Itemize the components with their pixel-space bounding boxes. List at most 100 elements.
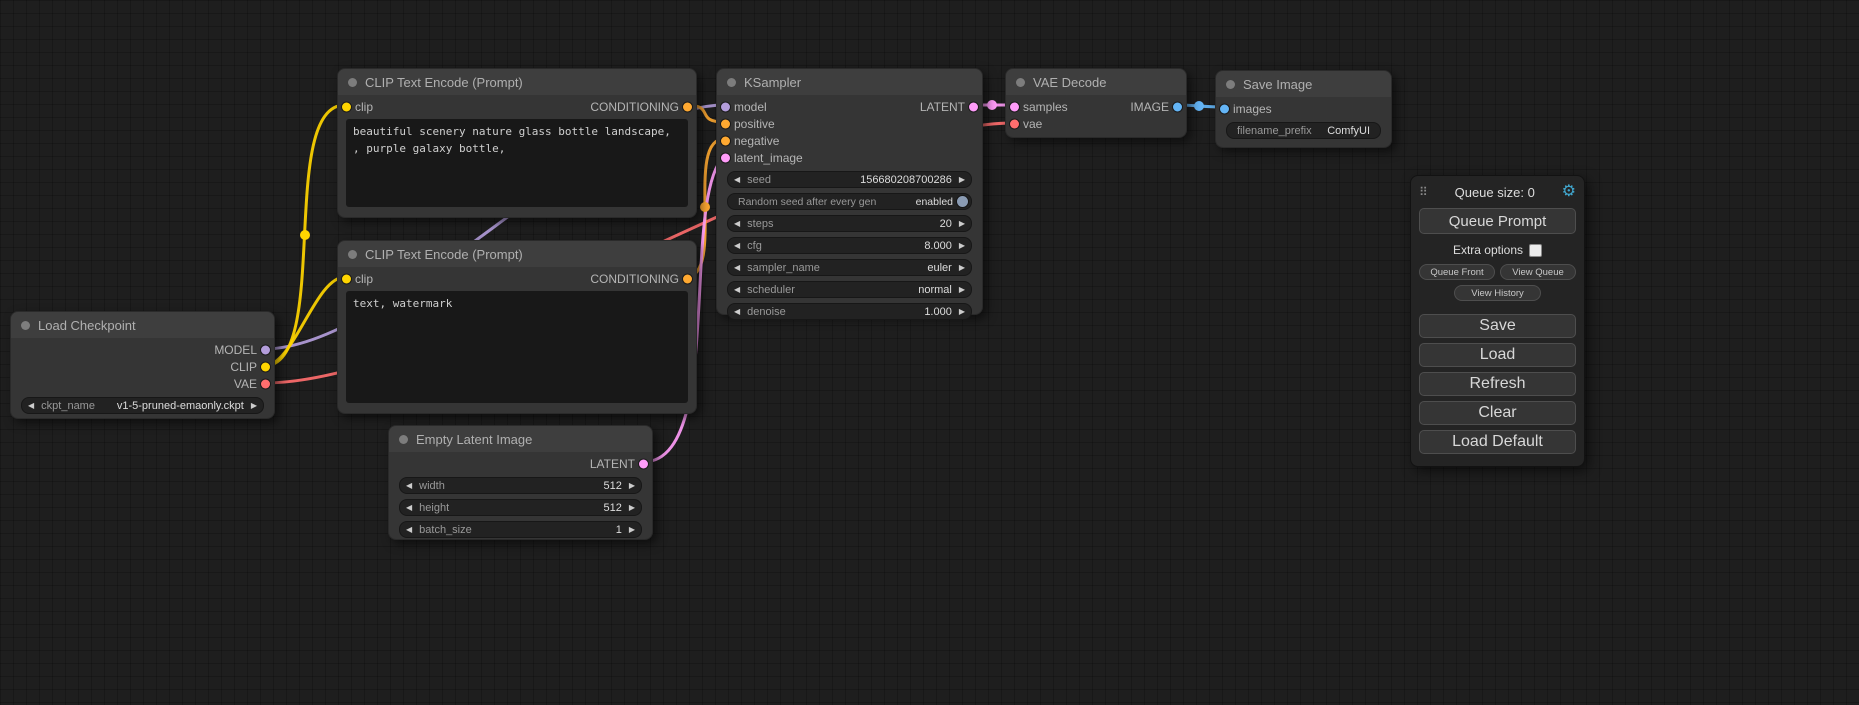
increment-arrow-icon[interactable]: ▶ xyxy=(629,504,635,512)
node-title-bar[interactable]: Load Checkpoint xyxy=(11,312,274,338)
increment-arrow-icon[interactable]: ▶ xyxy=(251,402,257,410)
widget-value: 512 xyxy=(603,480,621,492)
negative-input-port[interactable] xyxy=(721,136,730,145)
positive-input-port[interactable] xyxy=(721,119,730,128)
node-load-checkpoint[interactable]: Load Checkpoint MODEL CLIP VAE ◀ ckpt_na… xyxy=(10,311,275,419)
node-title-bar[interactable]: Save Image xyxy=(1216,71,1391,97)
drag-handle-icon[interactable]: ⠿ xyxy=(1419,185,1428,199)
node-title-bar[interactable]: CLIP Text Encode (Prompt) xyxy=(338,69,696,95)
scheduler-widget[interactable]: ◀ scheduler normal ▶ xyxy=(727,281,972,298)
clip-input-port[interactable] xyxy=(342,102,351,111)
wire-clip-negative xyxy=(264,277,345,366)
latent-output-port[interactable] xyxy=(969,102,978,111)
increment-arrow-icon[interactable]: ▶ xyxy=(959,220,965,228)
seed-widget[interactable]: ◀ seed 156680208700286 ▶ xyxy=(727,171,972,188)
refresh-button[interactable]: Refresh xyxy=(1419,372,1576,396)
increment-arrow-icon[interactable]: ▶ xyxy=(959,308,965,316)
node-clip-text-encode-negative[interactable]: CLIP Text Encode (Prompt) clip CONDITION… xyxy=(337,240,697,414)
conditioning-output-port[interactable] xyxy=(683,274,692,283)
node-title-bar[interactable]: VAE Decode xyxy=(1006,69,1186,95)
increment-arrow-icon[interactable]: ▶ xyxy=(959,264,965,272)
load-default-button[interactable]: Load Default xyxy=(1419,430,1576,454)
node-vae-decode[interactable]: VAE Decode samples IMAGE vae xyxy=(1005,68,1187,138)
decrement-arrow-icon[interactable]: ◀ xyxy=(406,504,412,512)
widget-label: filename_prefix xyxy=(1237,125,1312,137)
height-widget[interactable]: ◀ height 512 ▶ xyxy=(399,499,642,516)
view-history-button[interactable]: View History xyxy=(1454,285,1541,301)
denoise-widget[interactable]: ◀ denoise 1.000 ▶ xyxy=(727,303,972,320)
decrement-arrow-icon[interactable]: ◀ xyxy=(734,308,740,316)
collapse-dot-icon[interactable] xyxy=(727,78,736,87)
queue-front-button[interactable]: Queue Front xyxy=(1419,264,1495,280)
decrement-arrow-icon[interactable]: ◀ xyxy=(734,264,740,272)
input-label: latent_image xyxy=(734,151,803,165)
decrement-arrow-icon[interactable]: ◀ xyxy=(734,286,740,294)
vae-output-port[interactable] xyxy=(261,379,270,388)
node-title-bar[interactable]: KSampler xyxy=(717,69,982,95)
node-title-bar[interactable]: CLIP Text Encode (Prompt) xyxy=(338,241,696,267)
increment-arrow-icon[interactable]: ▶ xyxy=(959,286,965,294)
prompt-textarea[interactable]: text, watermark xyxy=(346,291,688,403)
link-dot-image xyxy=(1194,101,1204,111)
batch-size-widget[interactable]: ◀ batch_size 1 ▶ xyxy=(399,521,642,538)
slot-row: clip CONDITIONING xyxy=(338,98,696,115)
model-output-port[interactable] xyxy=(261,345,270,354)
collapse-dot-icon[interactable] xyxy=(399,435,408,444)
decrement-arrow-icon[interactable]: ◀ xyxy=(406,482,412,490)
widget-label: sampler_name xyxy=(747,262,820,274)
collapse-dot-icon[interactable] xyxy=(1226,80,1235,89)
collapse-dot-icon[interactable] xyxy=(1016,78,1025,87)
images-input-port[interactable] xyxy=(1220,104,1229,113)
width-widget[interactable]: ◀ width 512 ▶ xyxy=(399,477,642,494)
extra-options-checkbox[interactable] xyxy=(1529,244,1542,257)
sampler-name-widget[interactable]: ◀ sampler_name euler ▶ xyxy=(727,259,972,276)
widget-value: ComfyUI xyxy=(1327,125,1370,137)
decrement-arrow-icon[interactable]: ◀ xyxy=(734,220,740,228)
decrement-arrow-icon[interactable]: ◀ xyxy=(734,242,740,250)
increment-arrow-icon[interactable]: ▶ xyxy=(629,482,635,490)
slot-row: samples IMAGE xyxy=(1006,98,1186,115)
settings-gear-icon[interactable]: ⚙ xyxy=(1562,184,1576,200)
load-button[interactable]: Load xyxy=(1419,343,1576,367)
increment-arrow-icon[interactable]: ▶ xyxy=(959,176,965,184)
view-queue-button[interactable]: View Queue xyxy=(1500,264,1576,280)
latent-image-input-port[interactable] xyxy=(721,153,730,162)
toggle-knob-icon[interactable] xyxy=(957,196,968,207)
filename-prefix-widget[interactable]: filename_prefix ComfyUI xyxy=(1226,122,1381,139)
widget-label: denoise xyxy=(747,306,786,318)
vae-input-port[interactable] xyxy=(1010,119,1019,128)
conditioning-output-port[interactable] xyxy=(683,102,692,111)
clip-input-port[interactable] xyxy=(342,274,351,283)
slot-rows: images xyxy=(1216,97,1391,117)
input-label: vae xyxy=(1023,117,1042,131)
save-button[interactable]: Save xyxy=(1419,314,1576,338)
steps-widget[interactable]: ◀ steps 20 ▶ xyxy=(727,215,972,232)
collapse-dot-icon[interactable] xyxy=(21,321,30,330)
node-title-bar[interactable]: Empty Latent Image xyxy=(389,426,652,452)
queue-prompt-button[interactable]: Queue Prompt xyxy=(1419,208,1576,234)
decrement-arrow-icon[interactable]: ◀ xyxy=(406,526,412,534)
decrement-arrow-icon[interactable]: ◀ xyxy=(28,402,34,410)
node-clip-text-encode-positive[interactable]: CLIP Text Encode (Prompt) clip CONDITION… xyxy=(337,68,697,218)
model-input-port[interactable] xyxy=(721,102,730,111)
increment-arrow-icon[interactable]: ▶ xyxy=(959,242,965,250)
widget-label: batch_size xyxy=(419,524,472,536)
node-ksampler[interactable]: KSampler model LATENT positive negative … xyxy=(716,68,983,315)
decrement-arrow-icon[interactable]: ◀ xyxy=(734,176,740,184)
input-label: model xyxy=(734,100,767,114)
widget-label: width xyxy=(419,480,445,492)
image-output-port[interactable] xyxy=(1173,102,1182,111)
samples-input-port[interactable] xyxy=(1010,102,1019,111)
increment-arrow-icon[interactable]: ▶ xyxy=(629,526,635,534)
cfg-widget[interactable]: ◀ cfg 8.000 ▶ xyxy=(727,237,972,254)
collapse-dot-icon[interactable] xyxy=(348,78,357,87)
clip-output-port[interactable] xyxy=(261,362,270,371)
prompt-textarea[interactable]: beautiful scenery nature glass bottle la… xyxy=(346,119,688,207)
clear-button[interactable]: Clear xyxy=(1419,401,1576,425)
latent-output-port[interactable] xyxy=(639,459,648,468)
ckpt-name-widget[interactable]: ◀ ckpt_name v1-5-pruned-emaonly.ckpt ▶ xyxy=(21,397,264,414)
collapse-dot-icon[interactable] xyxy=(348,250,357,259)
random-seed-toggle-widget[interactable]: Random seed after every gen enabled xyxy=(727,193,972,210)
node-empty-latent-image[interactable]: Empty Latent Image LATENT ◀ width 512 ▶ … xyxy=(388,425,653,540)
node-save-image[interactable]: Save Image images filename_prefix ComfyU… xyxy=(1215,70,1392,148)
